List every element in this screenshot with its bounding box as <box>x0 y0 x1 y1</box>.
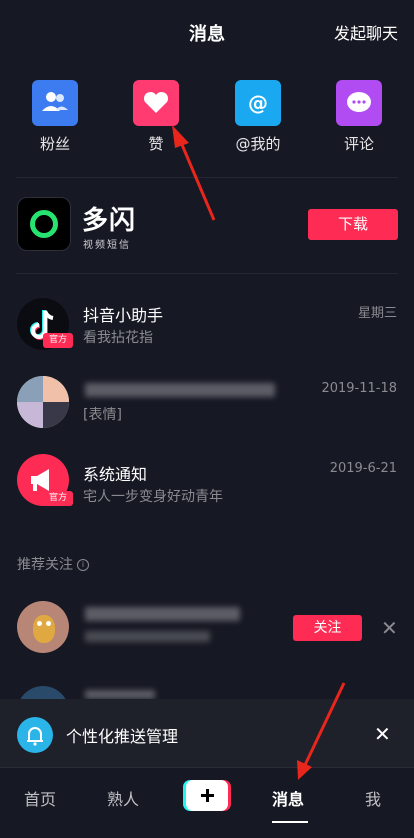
promo-name: 多闪 <box>82 206 137 236</box>
fans-button[interactable] <box>32 80 78 126</box>
divider <box>16 177 398 178</box>
create-button[interactable] <box>183 780 231 811</box>
message-preview: 看我拈花指 <box>83 330 153 346</box>
official-badge: 官方 <box>43 491 73 506</box>
close-push-icon[interactable]: ✕ <box>374 722 391 746</box>
fans-label: 粉丝 <box>39 135 70 153</box>
list-item[interactable]: 官方 系统通知 宅人一步变身好动青年 2019-6-21 <box>0 449 414 515</box>
duoshan-logo <box>17 197 71 251</box>
promo-subtitle: 视频短信 <box>83 240 131 251</box>
comments-button[interactable] <box>336 80 382 126</box>
plus-icon <box>201 789 214 802</box>
comments-label: 评论 <box>343 135 374 153</box>
message-title: 系统通知 <box>83 465 148 484</box>
blurred-group-name <box>85 383 275 397</box>
mentions-button[interactable]: @ <box>235 80 281 126</box>
official-badge: 官方 <box>43 333 73 348</box>
at-icon: @ <box>248 91 268 115</box>
nav-me[interactable]: 我 <box>365 786 381 810</box>
fans-icon <box>42 92 68 111</box>
group-avatar <box>17 376 69 428</box>
bell-icon <box>27 727 43 746</box>
likes-button[interactable] <box>133 80 179 126</box>
bell-icon-wrap <box>17 717 53 753</box>
divider <box>16 273 398 274</box>
info-icon[interactable]: i <box>77 559 89 571</box>
svg-text:@: @ <box>248 91 268 115</box>
mentions-label: @我的 <box>235 135 281 153</box>
message-time: 星期三 <box>357 306 397 321</box>
download-button[interactable]: 下载 <box>308 209 398 240</box>
push-settings-bar[interactable] <box>0 699 414 767</box>
message-time: 2019-6-21 <box>329 461 397 476</box>
message-preview: 宅人一步变身好动青年 <box>83 489 223 505</box>
heart-icon <box>143 91 169 113</box>
avatar <box>17 601 69 653</box>
nav-home[interactable]: 首页 <box>24 786 56 810</box>
follow-button[interactable]: 关注 <box>293 615 362 641</box>
push-settings-text: 个性化推送管理 <box>66 727 179 746</box>
list-item[interactable]: 官方 抖音小助手 看我拈花指 星期三 <box>0 288 414 354</box>
nav-messages[interactable]: 消息 <box>272 786 304 810</box>
start-chat-button[interactable]: 发起聊天 <box>334 20 398 44</box>
message-title: 抖音小助手 <box>83 306 164 325</box>
dismiss-recommend-icon[interactable]: ✕ <box>381 616 398 640</box>
recommend-title: 推荐关注 <box>17 557 73 573</box>
recommend-section-title: 推荐关注 i <box>17 554 89 574</box>
message-time: 2019-11-18 <box>321 381 397 396</box>
nav-friends[interactable]: 熟人 <box>107 786 139 810</box>
duoshan-ring-icon <box>30 210 58 238</box>
blurred-username <box>85 690 155 699</box>
list-item[interactable]: [表情] 2019-11-18 <box>0 374 414 434</box>
message-preview: [表情] <box>83 407 122 423</box>
likes-label: 赞 <box>148 135 164 153</box>
blurred-description <box>85 631 210 642</box>
active-tab-indicator <box>272 821 308 823</box>
comment-icon <box>347 92 371 112</box>
blurred-username <box>85 607 240 621</box>
